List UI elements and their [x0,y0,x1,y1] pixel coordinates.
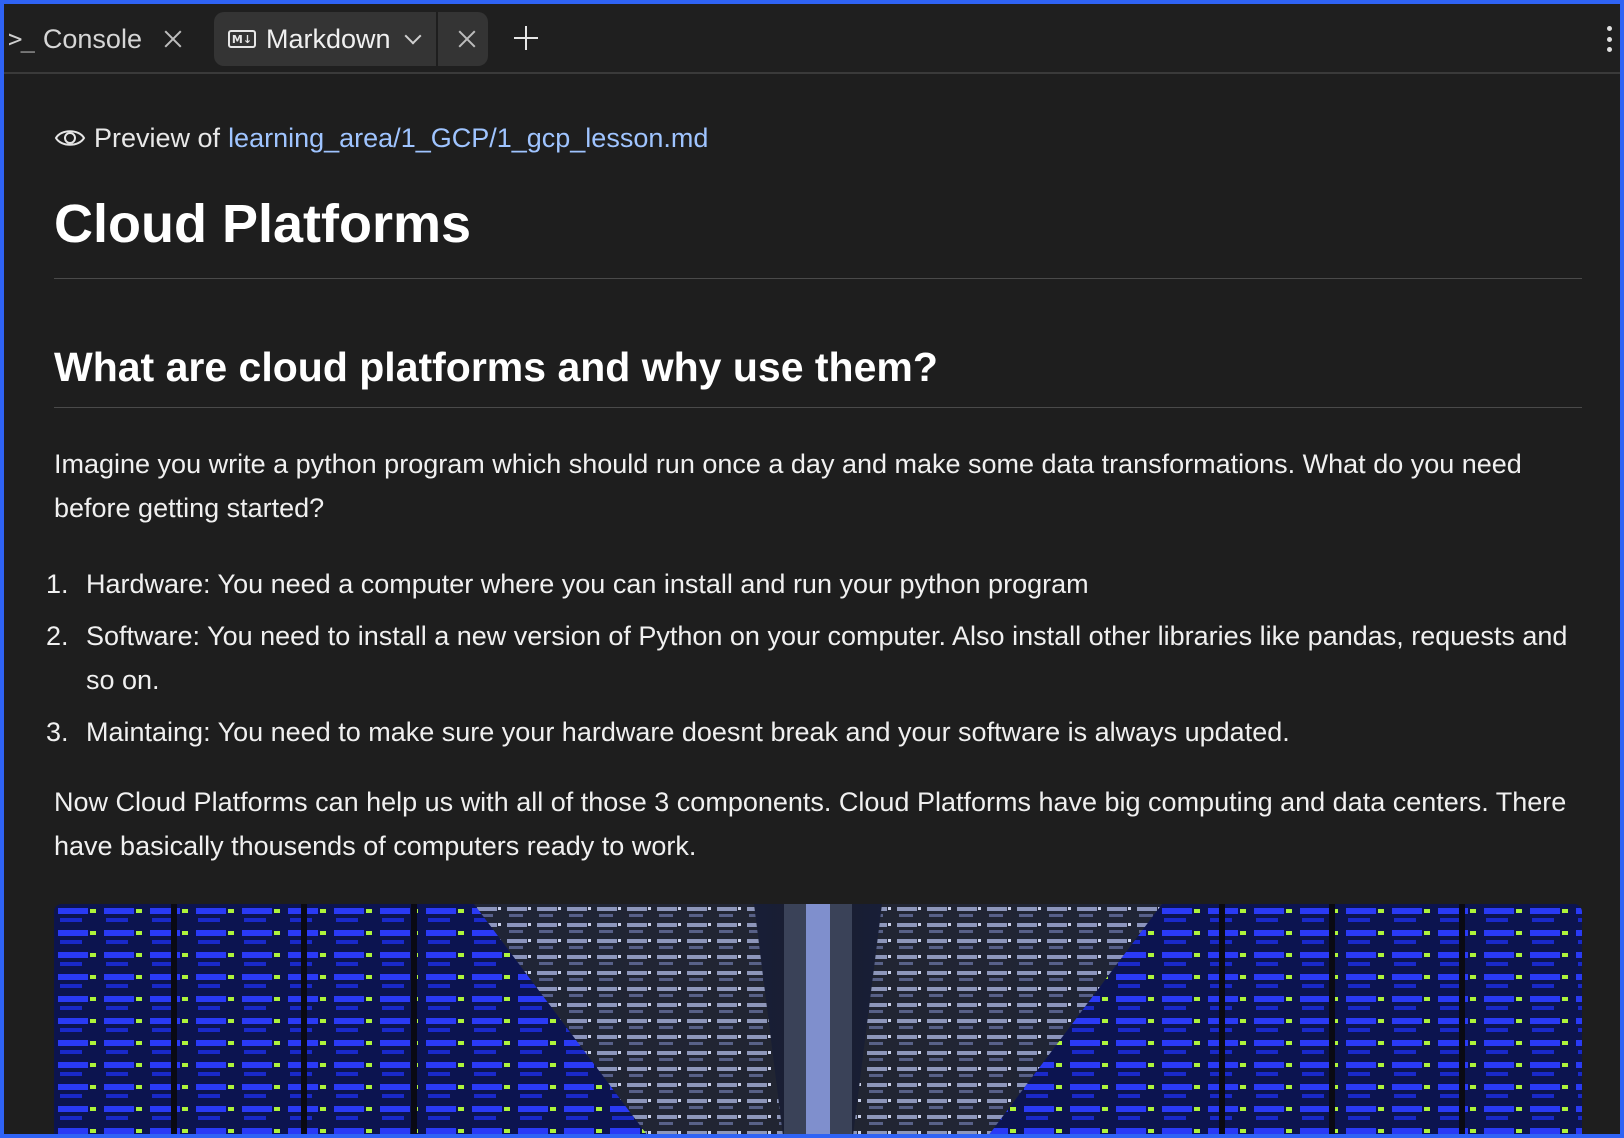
close-markdown-tab-icon[interactable] [458,30,476,48]
list-item-text: Hardware: You need a computer where you … [86,569,1089,599]
document-title: Cloud Platforms [54,194,472,254]
tab-console[interactable]: >_ Console [8,14,182,64]
tab-markdown[interactable]: M↓ Markdown [214,12,488,66]
tab-console-label: Console [42,23,142,54]
terminal-prompt-icon: >_ [8,25,35,53]
list-item-text: Maintaing: You need to make sure your ha… [86,717,1290,747]
list-item: 3. Maintaing: You need to make sure your… [46,710,1582,754]
preview-header: Preview of learning_area/1_GCP/1_gcp_les… [54,118,1582,158]
section-divider [54,407,1582,408]
title-divider [54,278,1582,279]
closing-paragraph: Now Cloud Platforms can help us with all… [54,787,1567,861]
close-console-tab-icon[interactable] [164,30,182,48]
list-item-number: 2. [46,621,69,651]
data-center-illustration [54,904,1582,1134]
tab-markdown-label: Markdown [266,23,391,54]
requirements-list: 1. Hardware: You need a computer where y… [46,562,1582,754]
chevron-down-icon[interactable] [404,27,422,45]
preview-prefix: Preview of [94,122,221,153]
data-center-image [54,904,1582,1134]
list-item-text: Software: You need to install a new vers… [86,621,1568,695]
markdown-icon: M↓ [228,30,256,48]
list-item-number: 3. [46,717,69,747]
list-item: 2. Software: You need to install a new v… [46,614,1582,702]
more-options-icon[interactable] [1606,26,1612,52]
intro-paragraph: Imagine you write a python program which… [54,449,1522,523]
tab-bar: >_ Console M↓ Markdown [4,4,1620,74]
list-item-number: 1. [46,569,69,599]
markdown-preview: Preview of learning_area/1_GCP/1_gcp_les… [46,74,1582,1134]
section-heading: What are cloud platforms and why use the… [54,344,938,390]
eye-icon [54,130,86,146]
app-window: >_ Console M↓ Markdown Preview of learni… [0,0,1624,1138]
new-tab-plus-icon[interactable] [514,26,538,50]
list-item: 1. Hardware: You need a computer where y… [46,562,1582,606]
tab-divider [436,12,438,66]
preview-file-link[interactable]: learning_area/1_GCP/1_gcp_lesson.md [228,123,708,154]
